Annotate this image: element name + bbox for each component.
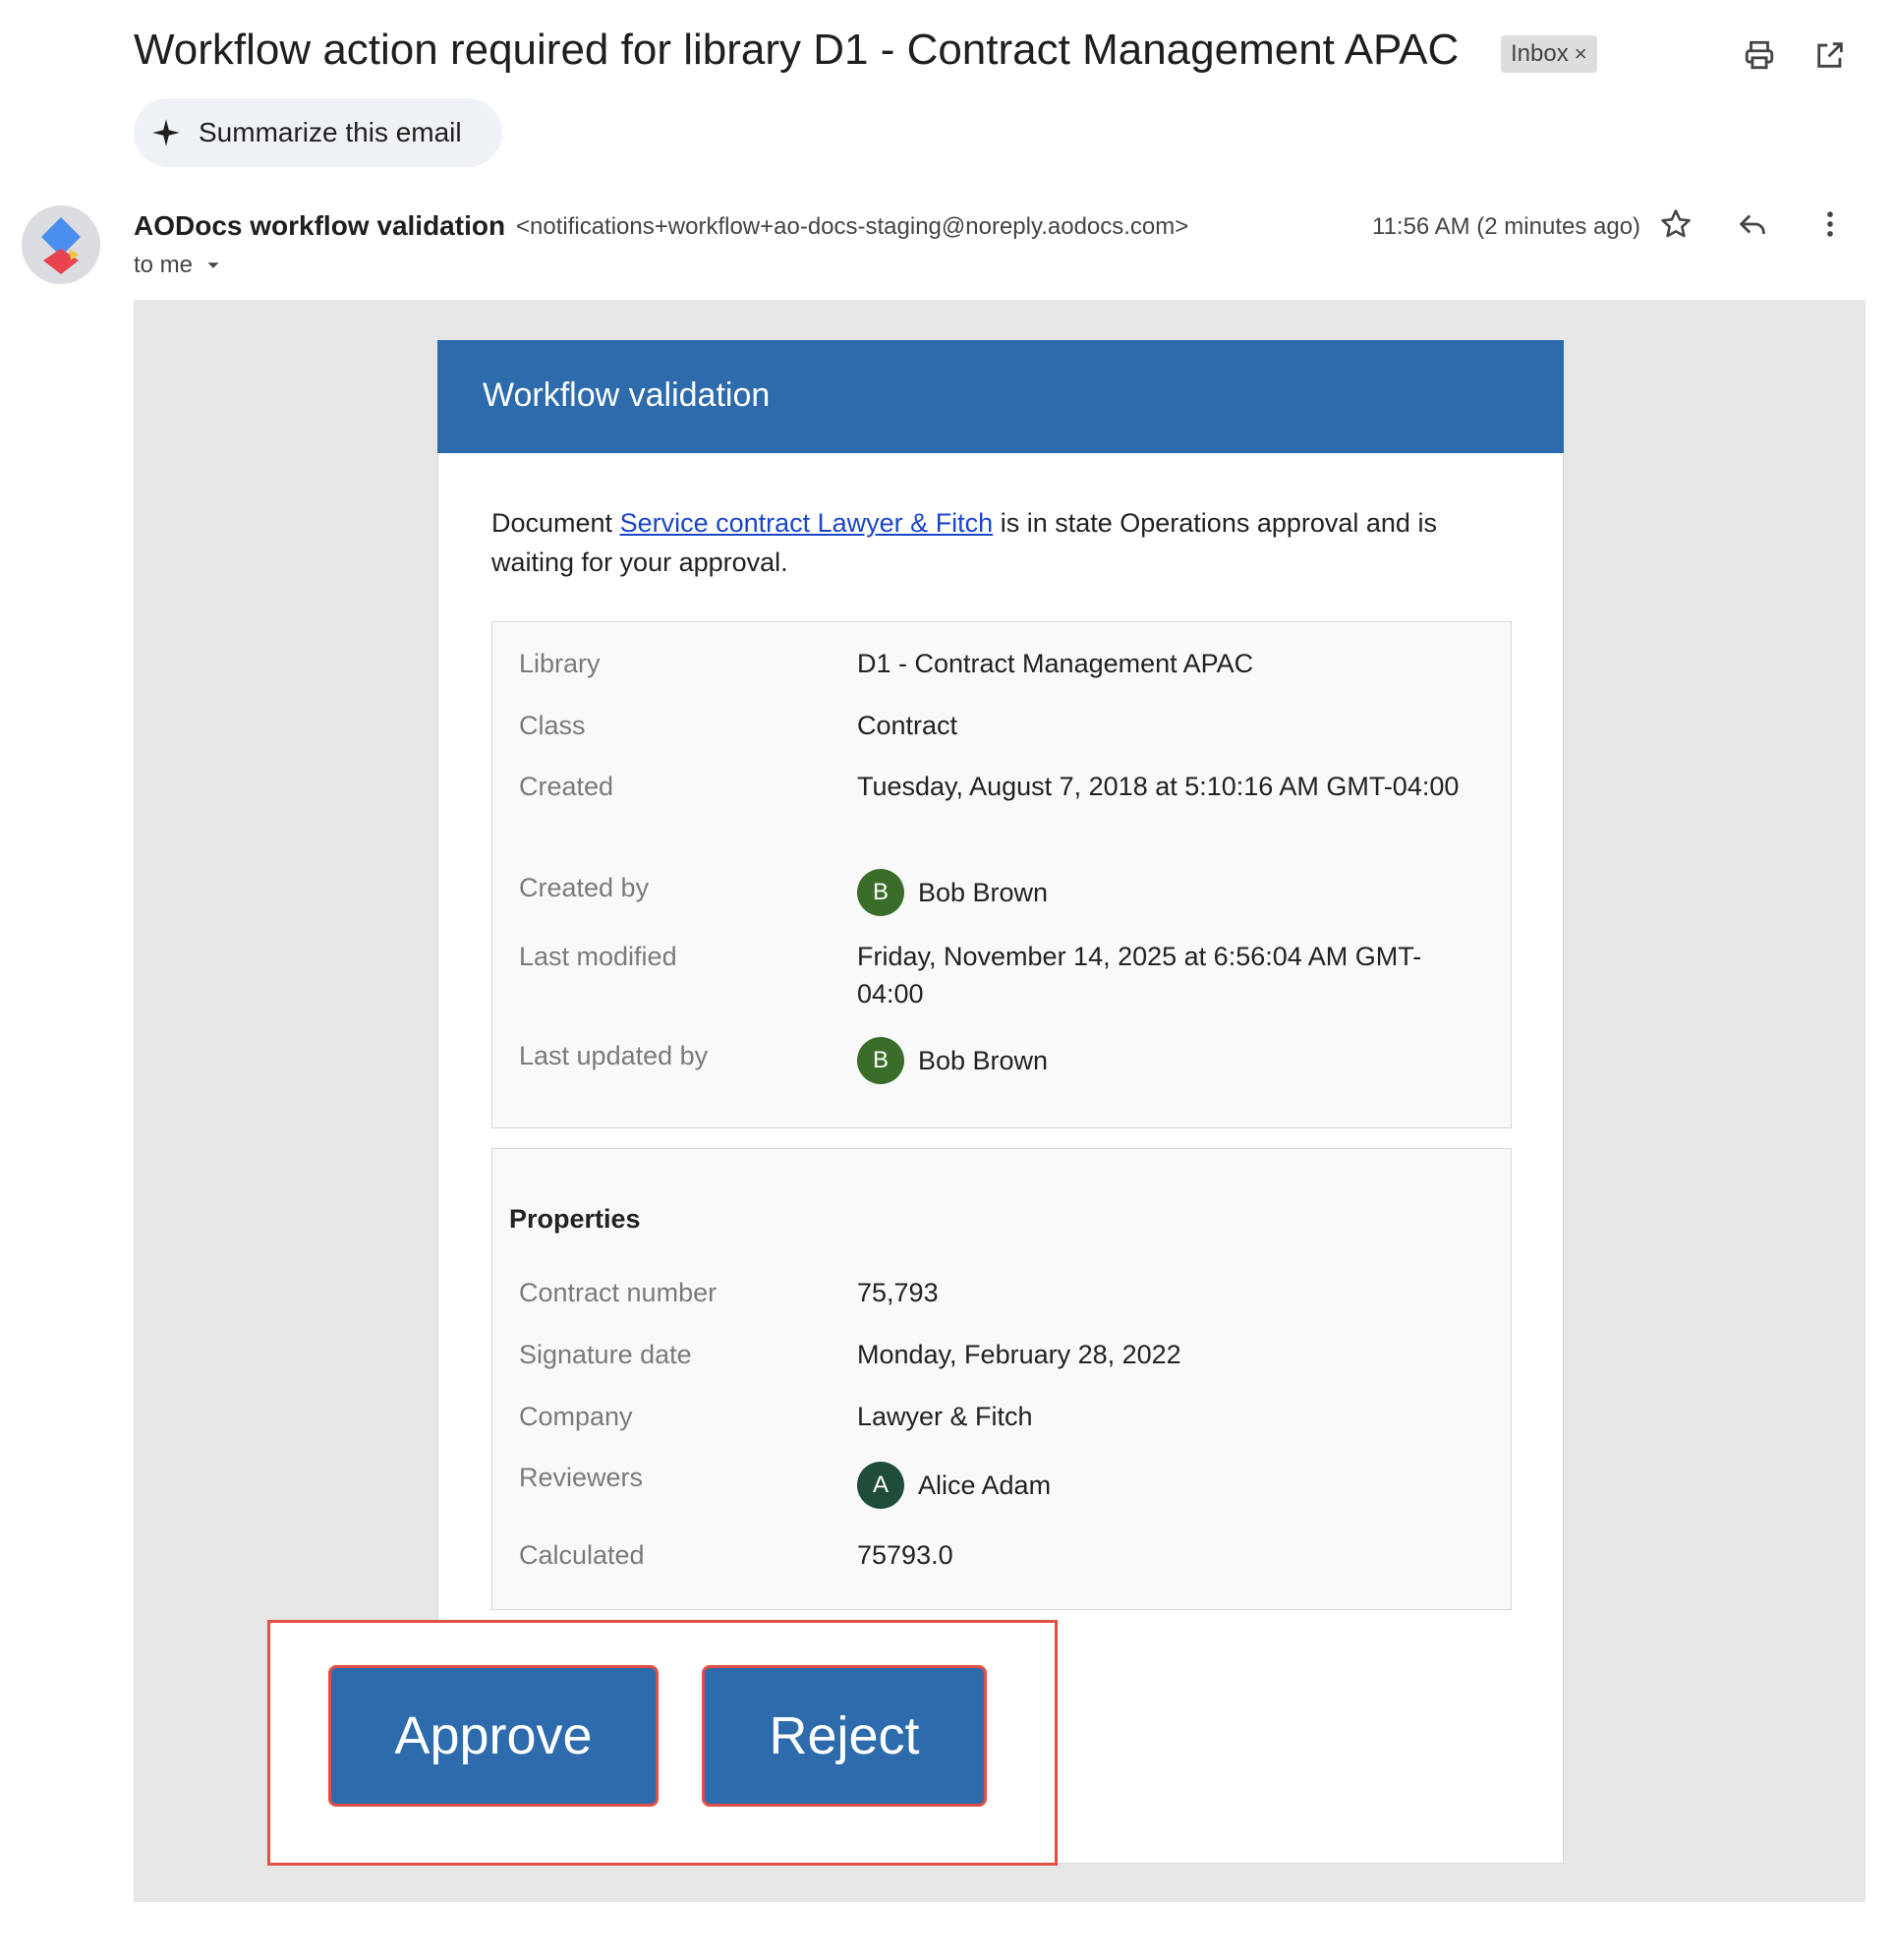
recipient-details-toggle[interactable]: to me: [134, 252, 224, 279]
sparkle-icon: [152, 119, 180, 146]
created-by-label: Created by: [519, 873, 650, 902]
print-icon[interactable]: [1738, 33, 1781, 77]
sender-email: <notifications+workflow+ao-docs-staging@…: [516, 213, 1189, 240]
last-updated-by-user: B Bob Brown: [857, 1037, 1048, 1084]
summarize-label: Summarize this email: [199, 117, 462, 147]
remove-label-icon[interactable]: ×: [1575, 41, 1587, 67]
library-value: D1 - Contract Management APAC: [857, 649, 1254, 678]
library-label: Library: [519, 649, 601, 678]
sender-name: AODocs workflow validation: [134, 210, 506, 241]
workflow-card-title: Workflow validation: [483, 376, 771, 414]
created-by-avatar: B: [857, 869, 904, 916]
company-value: Lawyer & Fitch: [857, 1402, 1033, 1431]
more-vert-icon[interactable]: [1809, 202, 1852, 246]
inbox-label-chip[interactable]: Inbox ×: [1501, 35, 1597, 73]
email-subject: Workflow action required for library D1 …: [134, 26, 1460, 74]
reject-button[interactable]: Reject: [702, 1665, 987, 1807]
signature-date-label: Signature date: [519, 1340, 692, 1369]
recipient-label: to me: [134, 252, 194, 278]
last-modified-value: Friday, November 14, 2025 at 6:56:04 AM …: [857, 942, 1422, 1009]
sender-avatar[interactable]: [22, 205, 100, 284]
class-value: Contract: [857, 711, 958, 740]
reviewer-user: A Alice Adam: [857, 1462, 1051, 1509]
contract-number-label: Contract number: [519, 1278, 718, 1307]
signature-date-value: Monday, February 28, 2022: [857, 1340, 1181, 1369]
created-by-user: B Bob Brown: [857, 869, 1048, 916]
summarize-email-button[interactable]: Summarize this email: [134, 98, 502, 167]
properties-panel: [491, 1148, 1512, 1610]
last-updated-by-label: Last updated by: [519, 1041, 709, 1070]
calculated-label: Calculated: [519, 1540, 645, 1570]
company-label: Company: [519, 1402, 633, 1431]
calculated-value: 75793.0: [857, 1540, 953, 1570]
reviewer-avatar: A: [857, 1462, 904, 1509]
reviewer-name: Alice Adam: [918, 1470, 1052, 1500]
class-label: Class: [519, 711, 586, 740]
last-updated-by-avatar: B: [857, 1037, 904, 1084]
aodocs-logo-icon: [22, 205, 100, 284]
contract-number-value: 75,793: [857, 1278, 939, 1307]
document-link[interactable]: Service contract Lawyer & Fitch: [620, 508, 994, 538]
caret-down-icon: [207, 262, 219, 268]
created-label: Created: [519, 772, 614, 801]
created-value: Tuesday, August 7, 2018 at 5:10:16 AM GM…: [857, 772, 1460, 801]
approve-button[interactable]: Approve: [328, 1665, 659, 1807]
workflow-intro-text: Document Service contract Lawyer & Fitch…: [491, 503, 1514, 582]
open-in-new-window-icon[interactable]: [1809, 33, 1852, 77]
intro-prefix: Document: [491, 508, 620, 538]
email-timestamp: 11:56 AM (2 minutes ago): [1372, 213, 1641, 240]
workflow-card-header: Workflow validation: [437, 340, 1564, 453]
reviewers-label: Reviewers: [519, 1463, 644, 1492]
created-by-name: Bob Brown: [918, 878, 1049, 907]
reply-icon[interactable]: [1731, 202, 1774, 246]
properties-title: Properties: [509, 1204, 641, 1234]
star-icon[interactable]: [1654, 202, 1697, 246]
last-modified-label: Last modified: [519, 942, 677, 971]
last-updated-by-name: Bob Brown: [918, 1046, 1049, 1075]
inbox-label-text: Inbox: [1511, 40, 1569, 67]
